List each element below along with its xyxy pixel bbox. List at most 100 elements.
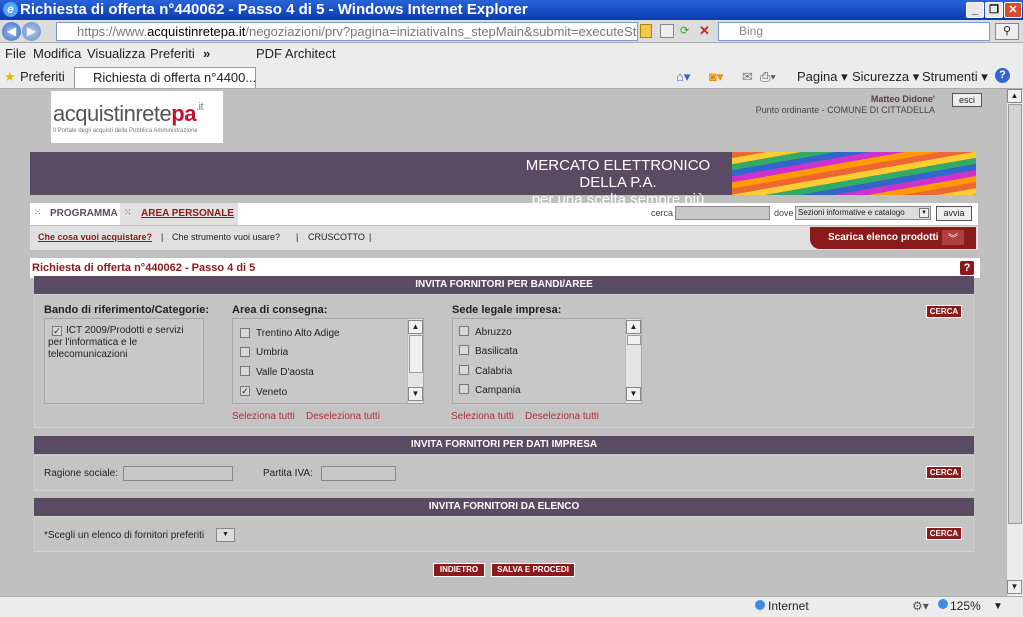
area-checkbox-umbria[interactable] [240,347,250,357]
logo-text: acquistinretepa.it [53,101,204,127]
menu-preferiti[interactable]: Preferiti [150,43,195,64]
scroll-thumb[interactable] [409,335,423,373]
area-deselect-all-link[interactable]: Deseleziona tutti [306,411,380,422]
scroll-down-icon[interactable]: ▼ [408,387,423,401]
zoom-icon [938,599,948,609]
site-header: acquistinretepa.it Il Portale degli acqu… [30,89,982,151]
zone-label: Internet [768,599,809,613]
sede-deselect-all-link[interactable]: Deseleziona tutti [525,411,599,422]
subnav-sep: | [369,232,372,242]
ie-logo-icon: e [3,2,18,17]
maximize-button[interactable]: ❐ [985,2,1003,18]
ragione-input[interactable] [123,466,233,481]
scroll-up-icon[interactable]: ▲ [1007,89,1022,103]
logo-it: .it [195,101,204,113]
scroll-up-icon[interactable]: ▲ [626,320,641,334]
area-select-all-link[interactable]: Seleziona tutti [232,411,295,422]
search-field[interactable]: Bing [718,22,990,41]
favorites-button[interactable]: Preferiti [20,65,65,88]
menu-visualizza[interactable]: Visualizza [87,43,145,64]
bando-label: Bando di riferimento/Categorie: [44,304,210,316]
menu-modifica[interactable]: Modifica [33,43,81,64]
menu-pdf-architect[interactable]: PDF Architect [256,43,335,64]
subnav-cruscotto[interactable]: CRUSCOTTO [308,232,365,242]
subnav-strumento[interactable]: Che strumento vuoi usare? [172,232,280,242]
scroll-down-icon[interactable]: ▼ [1007,580,1022,594]
menu-strumenti[interactable]: Strumenti ▾ [922,65,988,88]
help-icon[interactable]: ? [995,68,1010,83]
menu-sicurezza[interactable]: Sicurezza ▾ [852,65,919,88]
section-elenco-header: INVITA FORNITORI DA ELENCO [34,498,974,516]
area-scrollbar[interactable]: ▲ ▼ [407,319,423,403]
forward-icon[interactable]: ▶ [22,22,41,41]
site-logo[interactable]: acquistinretepa.it Il Portale degli acqu… [51,91,223,143]
chevron-down-icon: ︾ [942,230,964,245]
site-search-input[interactable] [675,206,770,220]
ragione-label: Ragione sociale: [44,468,118,479]
back-icon[interactable]: ◀ [2,22,21,41]
piva-label: Partita IVA: [263,468,313,479]
feeds-icon[interactable]: ◙▾ [709,65,723,88]
scroll-thumb[interactable] [627,335,641,345]
scarica-label: Scarica elenco prodotti [828,232,939,243]
minimize-button[interactable]: _ [966,2,984,18]
subnav-cosa[interactable]: Che cosa vuoi acquistare? [38,232,152,242]
nav-area-personale[interactable]: AREA PERSONALE [141,208,234,219]
area-item-umbria: Umbria [256,347,289,358]
logout-button[interactable]: esci [952,93,982,107]
help-icon[interactable]: ? [960,261,974,275]
print-icon[interactable]: ⎙▾ [760,65,776,88]
close-button[interactable]: ✕ [1004,2,1022,18]
area-checkbox-valle[interactable] [240,366,250,376]
indietro-button[interactable]: INDIETRO [433,563,485,577]
tab-label: Richiesta di offerta n°4400... [93,70,256,85]
cerca-dati-button[interactable]: CERCA [926,466,962,479]
page-scrollbar[interactable]: ▲ ▼ [1006,89,1023,596]
url-prefix: https://www. [77,24,148,39]
url-domain: acquistinretepa.it [147,24,246,39]
elenco-select[interactable]: ▼ [216,528,235,542]
area-item-trentino: Trentino Alto Adige [256,328,340,339]
url-field[interactable]: https://www.acquistinretepa.it/negoziazi… [56,22,638,41]
sede-item-abruzzo: Abruzzo [475,327,512,338]
cerca-elenco-button[interactable]: CERCA [926,527,962,540]
scroll-up-icon[interactable]: ▲ [408,320,423,334]
scroll-down-icon[interactable]: ▼ [626,387,641,401]
sede-select-all-link[interactable]: Seleziona tutti [451,411,514,422]
nav-programma[interactable]: PROGRAMMA [50,208,118,219]
menu-file[interactable]: File [5,43,26,64]
nav-area-tab[interactable]: ⁙ AREA PERSONALE [120,203,238,225]
browser-tab[interactable]: Richiesta di offerta n°4400... [74,67,256,88]
sede-scrollbar[interactable]: ▲ ▼ [625,319,641,403]
avvia-button[interactable]: avvia [936,206,972,221]
salva-procedi-button[interactable]: SALVA E PROCEDI [491,563,575,577]
area-label: Area di consegna: [232,304,328,316]
area-checkbox-veneto[interactable]: ✓ [240,386,250,396]
stop-icon[interactable]: ✕ [699,23,713,38]
dove-select[interactable]: Sezioni informative e catalogo ▼ [795,206,931,220]
piva-input[interactable] [321,466,396,481]
menu-pagina[interactable]: Pagina ▾ [797,65,848,88]
menu-more[interactable]: » [203,43,210,64]
protected-mode-icon[interactable]: ⚙▾ [912,597,929,616]
scarica-button[interactable]: Scarica elenco prodotti ︾ [810,227,976,249]
scroll-thumb[interactable] [1008,104,1022,524]
menu-bar: File Modifica Visualizza Preferiti » PDF… [0,43,1023,65]
refresh-icon[interactable]: ⟳ [680,24,694,38]
mail-icon[interactable]: ✉ [742,65,753,88]
lock-icon[interactable] [640,24,652,38]
sede-checkbox-abruzzo[interactable] [459,326,469,336]
home-icon[interactable]: ⌂▾ [676,65,690,88]
zoom-level[interactable]: 125% [950,597,981,616]
search-go-icon[interactable]: ⚲ [995,23,1019,40]
sede-checkbox-campania[interactable] [459,384,469,394]
sede-checkbox-basilicata[interactable] [459,345,469,355]
subnav-sep: | [296,232,299,242]
dove-value: Sezioni informative e catalogo [798,208,905,217]
area-checkbox-trentino[interactable] [240,328,250,338]
chevron-down-icon[interactable]: ▼ [993,597,1003,616]
compat-view-icon[interactable] [660,24,674,38]
cerca-bandi-button[interactable]: CERCA [926,305,962,318]
sede-checkbox-calabria[interactable] [459,365,469,375]
sede-item-basilicata: Basilicata [475,346,518,357]
